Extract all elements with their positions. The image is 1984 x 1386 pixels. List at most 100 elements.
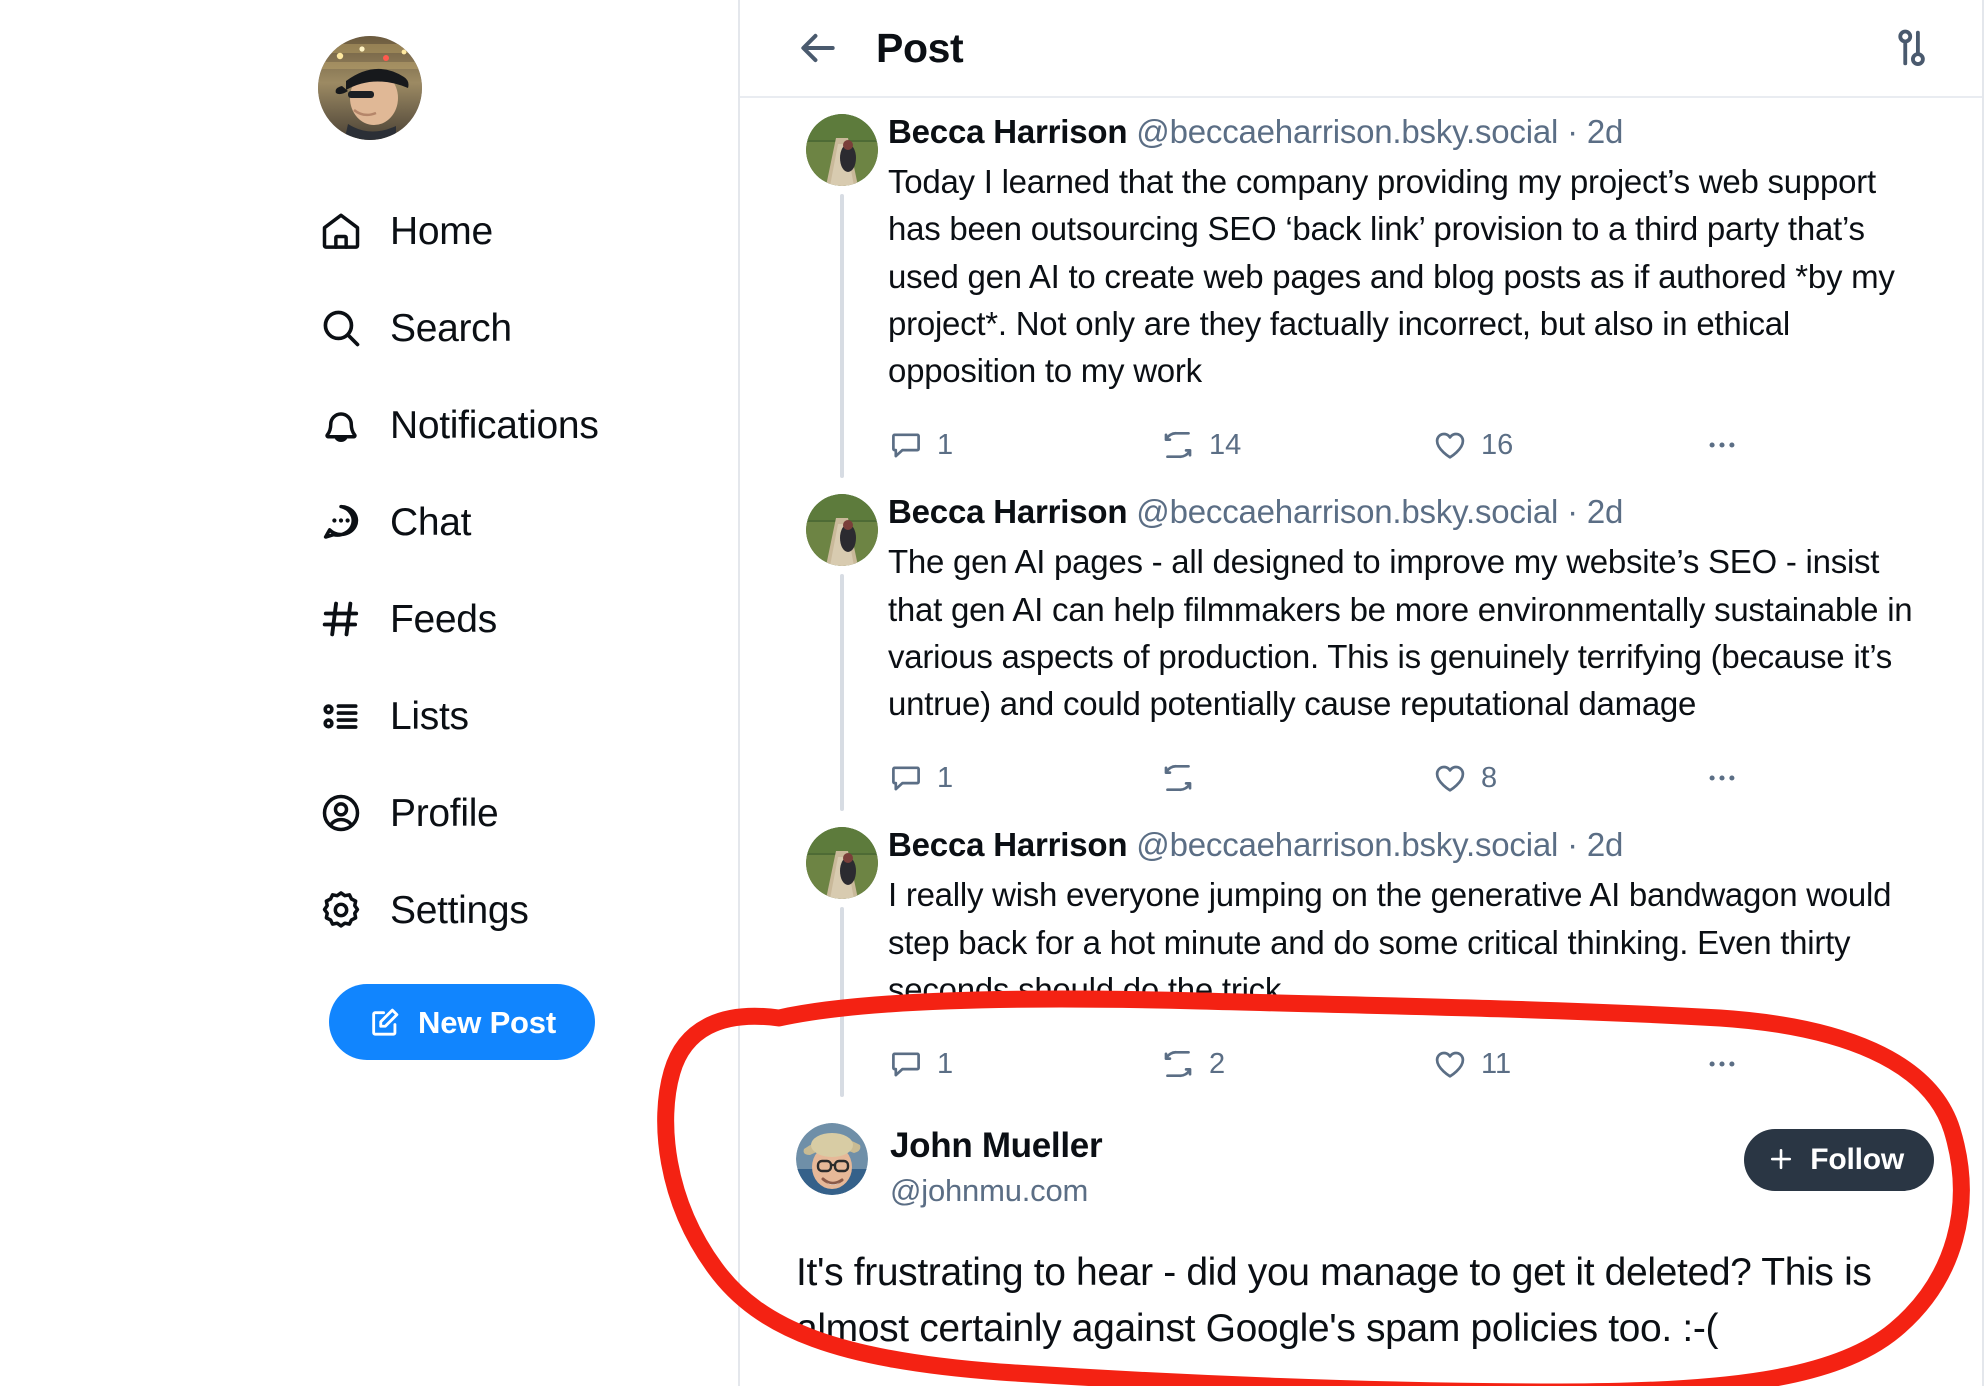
sidebar-item-chat[interactable]: Chat [318, 489, 718, 555]
thread-post[interactable]: Becca Harrison @beccaeharrison.bsky.soci… [740, 98, 1982, 479]
focused-post-header: John Mueller @johnmu.com Follow [796, 1097, 1934, 1211]
search-icon [318, 305, 364, 351]
person-circle-icon [318, 790, 364, 836]
focused-post[interactable]: John Mueller @johnmu.com Follow It's fru… [740, 1097, 1982, 1386]
thread-connector [840, 194, 844, 479]
user-avatar[interactable] [318, 36, 422, 140]
reply-count: 1 [937, 761, 954, 794]
sliders-icon[interactable] [1888, 25, 1934, 71]
timestamp: 2d [1586, 113, 1624, 150]
thread-post[interactable]: Becca Harrison @beccaeharrison.bsky.soci… [740, 478, 1982, 812]
post-content: Becca Harrison @beccaeharrison.bsky.soci… [888, 811, 1934, 1097]
reply-button[interactable]: 1 [888, 427, 1160, 463]
sidebar-item-label: Feeds [390, 597, 497, 641]
page-title: Post [876, 24, 964, 71]
post-gutter [796, 478, 888, 812]
sidebar-item-settings[interactable]: Settings [318, 877, 718, 943]
reply-count: 1 [937, 428, 954, 461]
focused-post-timestamp: January 8, 2025 at 1:54 AM [796, 1382, 1934, 1386]
more-dots-icon[interactable] [1704, 760, 1740, 796]
timestamp: 2d [1586, 493, 1624, 531]
compose-icon [368, 1005, 402, 1039]
post-text: Today I learned that the company providi… [888, 163, 1895, 389]
repost-count: 14 [1209, 428, 1242, 461]
bell-icon [318, 402, 364, 448]
reply-button[interactable]: 1 [888, 1046, 1160, 1082]
post-content: Becca Harrison @beccaeharrison.bsky.soci… [888, 478, 1934, 811]
post-byline: Becca Harrison @beccaeharrison.bsky.soci… [888, 112, 1934, 152]
sidebar-item-lists[interactable]: Lists [318, 683, 718, 749]
post-actions: 1 2 11 [888, 1035, 1934, 1093]
post-actions: 1 14 16 [888, 416, 1934, 474]
new-post-button[interactable]: New Post [329, 984, 595, 1060]
display-name[interactable]: John Mueller [890, 1125, 1103, 1167]
post-header: Post [740, 0, 1982, 98]
handle[interactable]: @johnmu.com [890, 1171, 1102, 1211]
more-dots-icon[interactable] [1704, 427, 1740, 463]
focused-post-text: It's frustrating to hear - did you manag… [796, 1251, 1872, 1350]
post-gutter [796, 811, 888, 1097]
post-text: I really wish everyone jumping on the ge… [888, 876, 1892, 1008]
sidebar-item-label: Chat [390, 500, 472, 544]
timestamp: 2d [1586, 826, 1624, 864]
handle[interactable]: @beccaeharrison.bsky.social [1136, 493, 1558, 530]
sidebar-item-label: Profile [390, 791, 499, 835]
sidebar-item-profile[interactable]: Profile [318, 780, 718, 846]
post-byline: Becca Harrison @beccaeharrison.bsky.soci… [888, 825, 1934, 865]
gear-icon [318, 887, 364, 933]
list-icon [318, 693, 364, 739]
like-button[interactable]: 16 [1432, 427, 1704, 463]
post-column: Post Becca Harrison @beccaeharrison.bsky… [740, 0, 1984, 1386]
handle[interactable]: @beccaeharrison.bsky.social [1136, 113, 1558, 150]
sidebar-item-feeds[interactable]: Feeds [318, 586, 718, 652]
post-actions: 1 8 [888, 749, 1934, 807]
sidebar-item-label: Home [390, 209, 493, 253]
follow-button[interactable]: Follow [1744, 1129, 1934, 1191]
home-icon [318, 208, 364, 254]
sidebar-item-label: Notifications [390, 403, 599, 447]
sidebar-item-label: Lists [390, 694, 469, 738]
like-count: 8 [1481, 761, 1498, 794]
repost-button[interactable] [1160, 760, 1432, 796]
left-sidebar: Home Search Notifications Chat Feeds Lis… [0, 0, 740, 1386]
reply-button[interactable]: 1 [888, 760, 1160, 796]
avatar[interactable] [806, 494, 878, 567]
post-text: The gen AI pages - all designed to impro… [888, 543, 1913, 722]
byline-separator: · [1558, 113, 1587, 150]
repost-button[interactable]: 14 [1160, 427, 1432, 463]
like-count: 11 [1481, 1047, 1512, 1080]
like-button[interactable]: 11 [1432, 1046, 1704, 1082]
repost-button[interactable]: 2 [1160, 1046, 1432, 1082]
thread-post[interactable]: Becca Harrison @beccaeharrison.bsky.soci… [740, 811, 1982, 1097]
post-byline: Becca Harrison @beccaeharrison.bsky.soci… [888, 492, 1934, 532]
sidebar-item-home[interactable]: Home [318, 198, 718, 264]
avatar[interactable] [806, 827, 878, 900]
hash-icon [318, 596, 364, 642]
avatar[interactable] [806, 114, 878, 186]
sidebar-item-notifications[interactable]: Notifications [318, 392, 718, 458]
reply-count: 1 [937, 1047, 954, 1080]
thread-connector [840, 574, 844, 812]
follow-label: Follow [1810, 1143, 1904, 1176]
sidebar-nav: Home Search Notifications Chat Feeds Lis… [318, 198, 718, 943]
chat-bubble-icon [318, 499, 364, 545]
byline-separator: · [1558, 493, 1587, 531]
like-button[interactable]: 8 [1432, 760, 1704, 796]
sidebar-item-label: Settings [390, 888, 529, 932]
thread-connector [840, 907, 844, 1097]
focused-post-names: John Mueller @johnmu.com [890, 1123, 1103, 1211]
display-name[interactable]: Becca Harrison [888, 826, 1128, 863]
avatar[interactable] [796, 1123, 868, 1195]
post-gutter [796, 98, 888, 479]
arrow-left-icon[interactable] [796, 26, 840, 70]
handle[interactable]: @beccaeharrison.bsky.social [1136, 826, 1558, 863]
new-post-label: New Post [418, 1004, 556, 1040]
display-name[interactable]: Becca Harrison [888, 113, 1128, 150]
bluesky-app-window: Home Search Notifications Chat Feeds Lis… [0, 0, 1984, 1386]
more-dots-icon[interactable] [1704, 1046, 1740, 1082]
sidebar-item-label: Search [390, 306, 512, 350]
sidebar-item-search[interactable]: Search [318, 295, 718, 361]
plus-icon [1766, 1144, 1796, 1177]
byline-separator: · [1558, 826, 1587, 864]
display-name[interactable]: Becca Harrison [888, 493, 1128, 530]
